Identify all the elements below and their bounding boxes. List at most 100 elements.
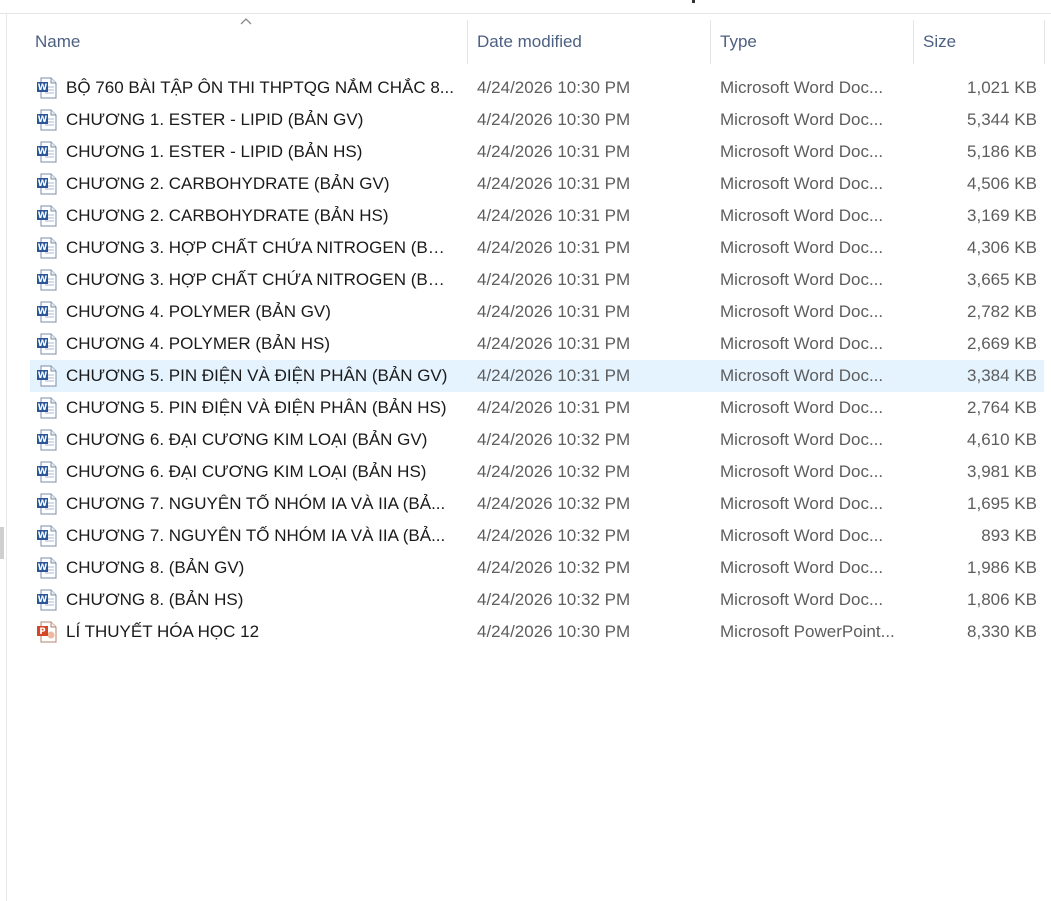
file-size: 3,384 KB <box>967 366 1037 385</box>
file-row[interactable]: W CHƯƠNG 7. NGUYÊN TỐ NHÓM IA VÀ IIA (BẢ.… <box>30 488 1044 520</box>
file-row[interactable]: W CHƯƠNG 2. CARBOHYDRATE (BẢN HS) 4/24/202… <box>30 200 1044 232</box>
word-doc-icon: W <box>36 429 58 451</box>
file-size: 1,986 KB <box>967 558 1037 577</box>
svg-text:W: W <box>38 371 48 381</box>
word-doc-icon: W <box>36 365 58 387</box>
file-size: 5,186 KB <box>967 142 1037 161</box>
word-doc-icon: W <box>36 493 58 515</box>
file-list: W BỘ 760 BÀI TẬP ÔN THI THPTQG NẮM CHẮC 8… <box>30 72 1044 648</box>
file-name: CHƯƠNG 6. ĐẠI CƯƠNG KIM LOẠI (BẢN GV) <box>66 430 428 449</box>
file-name: LÍ THUYẾT HÓA HỌC 12 <box>66 622 260 641</box>
file-row[interactable]: P LÍ THUYẾT HÓA HỌC 12 4/24/2026 10:30 PM M… <box>30 616 1044 648</box>
file-size: 5,344 KB <box>967 110 1037 129</box>
file-row[interactable]: W CHƯƠNG 3. HỢP CHẤT CHỨA NITROGEN (BẢN..… <box>30 264 1044 296</box>
file-type: Microsoft Word Doc... <box>720 526 884 545</box>
column-header-size[interactable]: Size <box>913 20 1051 64</box>
svg-text:P: P <box>39 627 45 637</box>
file-date-modified: 4/24/2026 10:31 PM <box>477 142 631 161</box>
file-row[interactable]: W CHƯƠNG 4. POLYMER (BẢN HS) 4/24/2026 10:… <box>30 328 1044 360</box>
file-name: CHƯƠNG 5. PIN ĐIỆN VÀ ĐIỆN PHÂN (BẢN HS) <box>66 398 447 417</box>
file-type: Microsoft Word Doc... <box>720 174 884 193</box>
file-date-modified: 4/24/2026 10:31 PM <box>477 206 631 225</box>
file-type: Microsoft Word Doc... <box>720 110 884 129</box>
svg-text:W: W <box>38 563 48 573</box>
file-date-modified: 4/24/2026 10:32 PM <box>477 494 631 513</box>
file-type: Microsoft Word Doc... <box>720 206 884 225</box>
column-header-name[interactable]: Name <box>25 20 467 64</box>
file-date-modified: 4/24/2026 10:30 PM <box>477 78 631 97</box>
file-type: Microsoft Word Doc... <box>720 142 884 161</box>
file-name: CHƯƠNG 8. (BẢN GV) <box>66 558 245 577</box>
svg-text:W: W <box>38 531 48 541</box>
file-row[interactable]: W CHƯƠNG 4. POLYMER (BẢN GV) 4/24/2026 10:… <box>30 296 1044 328</box>
file-row[interactable]: W CHƯƠNG 6. ĐẠI CƯƠNG KIM LOẠI (BẢN HS) 4/… <box>30 456 1044 488</box>
file-type: Microsoft Word Doc... <box>720 302 884 321</box>
file-name: CHƯƠNG 2. CARBOHYDRATE (BẢN GV) <box>66 174 390 193</box>
file-type: Microsoft Word Doc... <box>720 558 884 577</box>
file-size: 2,764 KB <box>967 398 1037 417</box>
word-doc-icon: W <box>36 205 58 227</box>
file-date-modified: 4/24/2026 10:31 PM <box>477 398 631 417</box>
navigation-pane-divider[interactable] <box>6 14 7 901</box>
file-date-modified: 4/24/2026 10:32 PM <box>477 462 631 481</box>
word-doc-icon: W <box>36 589 58 611</box>
pane-resize-handle[interactable] <box>0 527 4 559</box>
file-name: CHƯƠNG 7. NGUYÊN TỐ NHÓM IA VÀ IIA (BẢ..… <box>66 526 446 545</box>
svg-text:W: W <box>38 595 48 605</box>
svg-text:W: W <box>38 243 48 253</box>
file-row[interactable]: W CHƯƠNG 8. (BẢN HS) 4/24/2026 10:32 PM Mic… <box>30 584 1044 616</box>
file-explorer-list-view: Name Date modified Type Size W BỘ 760 BÀI… <box>0 0 1051 901</box>
word-doc-icon: W <box>36 173 58 195</box>
file-size: 2,669 KB <box>967 334 1037 353</box>
svg-text:W: W <box>38 147 48 157</box>
word-doc-icon: W <box>36 301 58 323</box>
file-type: Microsoft Word Doc... <box>720 78 884 97</box>
file-type: Microsoft Word Doc... <box>720 366 884 385</box>
file-name: CHƯƠNG 4. POLYMER (BẢN HS) <box>66 334 330 353</box>
file-row[interactable]: W CHƯƠNG 2. CARBOHYDRATE (BẢN GV) 4/24/202… <box>30 168 1044 200</box>
file-type: Microsoft Word Doc... <box>720 270 884 289</box>
word-doc-icon: W <box>36 77 58 99</box>
file-row[interactable]: W CHƯƠNG 5. PIN ĐIỆN VÀ ĐIỆN PHÂN (BẢN GV… <box>30 360 1044 392</box>
svg-text:W: W <box>38 435 48 445</box>
file-name: CHƯƠNG 1. ESTER - LIPID (BẢN HS) <box>66 142 363 161</box>
column-header-type[interactable]: Type <box>710 20 914 64</box>
file-date-modified: 4/24/2026 10:30 PM <box>477 110 631 129</box>
file-row[interactable]: W CHƯƠNG 1. ESTER - LIPID (BẢN GV) 4/24/20… <box>30 104 1044 136</box>
file-name: CHƯƠNG 8. (BẢN HS) <box>66 590 244 609</box>
word-doc-icon: W <box>36 525 58 547</box>
file-size: 3,665 KB <box>967 270 1037 289</box>
file-size: 1,021 KB <box>967 78 1037 97</box>
file-name: CHƯƠNG 3. HỢP CHẤT CHỨA NITROGEN (BẢN... <box>66 238 456 257</box>
file-name: BỘ 760 BÀI TẬP ÔN THI THPTQG NẮM CHẮC 8.… <box>66 78 454 97</box>
file-row[interactable]: W CHƯƠNG 7. NGUYÊN TỐ NHÓM IA VÀ IIA (BẢ.… <box>30 520 1044 552</box>
file-size: 4,610 KB <box>967 430 1037 449</box>
file-date-modified: 4/24/2026 10:32 PM <box>477 430 631 449</box>
file-row[interactable]: W CHƯƠNG 6. ĐẠI CƯƠNG KIM LOẠI (BẢN GV) 4/… <box>30 424 1044 456</box>
file-size: 1,695 KB <box>967 494 1037 513</box>
file-name: CHƯƠNG 6. ĐẠI CƯƠNG KIM LOẠI (BẢN HS) <box>66 462 427 481</box>
svg-text:W: W <box>38 275 48 285</box>
file-date-modified: 4/24/2026 10:31 PM <box>477 174 631 193</box>
file-row[interactable]: W CHƯƠNG 5. PIN ĐIỆN VÀ ĐIỆN PHÂN (BẢN HS… <box>30 392 1044 424</box>
file-row[interactable]: W BỘ 760 BÀI TẬP ÔN THI THPTQG NẮM CHẮC 8… <box>30 72 1044 104</box>
file-date-modified: 4/24/2026 10:31 PM <box>477 366 631 385</box>
file-date-modified: 4/24/2026 10:31 PM <box>477 334 631 353</box>
column-header-date-modified[interactable]: Date modified <box>467 20 711 64</box>
file-size: 3,169 KB <box>967 206 1037 225</box>
svg-text:W: W <box>38 467 48 477</box>
file-name: CHƯƠNG 7. NGUYÊN TỐ NHÓM IA VÀ IIA (BẢ..… <box>66 494 446 513</box>
word-doc-icon: W <box>36 557 58 579</box>
file-date-modified: 4/24/2026 10:31 PM <box>477 270 631 289</box>
svg-text:W: W <box>38 83 48 93</box>
word-doc-icon: W <box>36 461 58 483</box>
file-row[interactable]: W CHƯƠNG 8. (BẢN GV) 4/24/2026 10:32 PM Mic… <box>30 552 1044 584</box>
file-name: CHƯƠNG 2. CARBOHYDRATE (BẢN HS) <box>66 206 389 225</box>
file-row[interactable]: W CHƯƠNG 1. ESTER - LIPID (BẢN HS) 4/24/20… <box>30 136 1044 168</box>
file-date-modified: 4/24/2026 10:32 PM <box>477 526 631 545</box>
column-divider[interactable] <box>1044 20 1045 64</box>
word-doc-icon: W <box>36 397 58 419</box>
file-row[interactable]: W CHƯƠNG 3. HỢP CHẤT CHỨA NITROGEN (BẢN..… <box>30 232 1044 264</box>
word-doc-icon: W <box>36 109 58 131</box>
file-type: Microsoft Word Doc... <box>720 238 884 257</box>
